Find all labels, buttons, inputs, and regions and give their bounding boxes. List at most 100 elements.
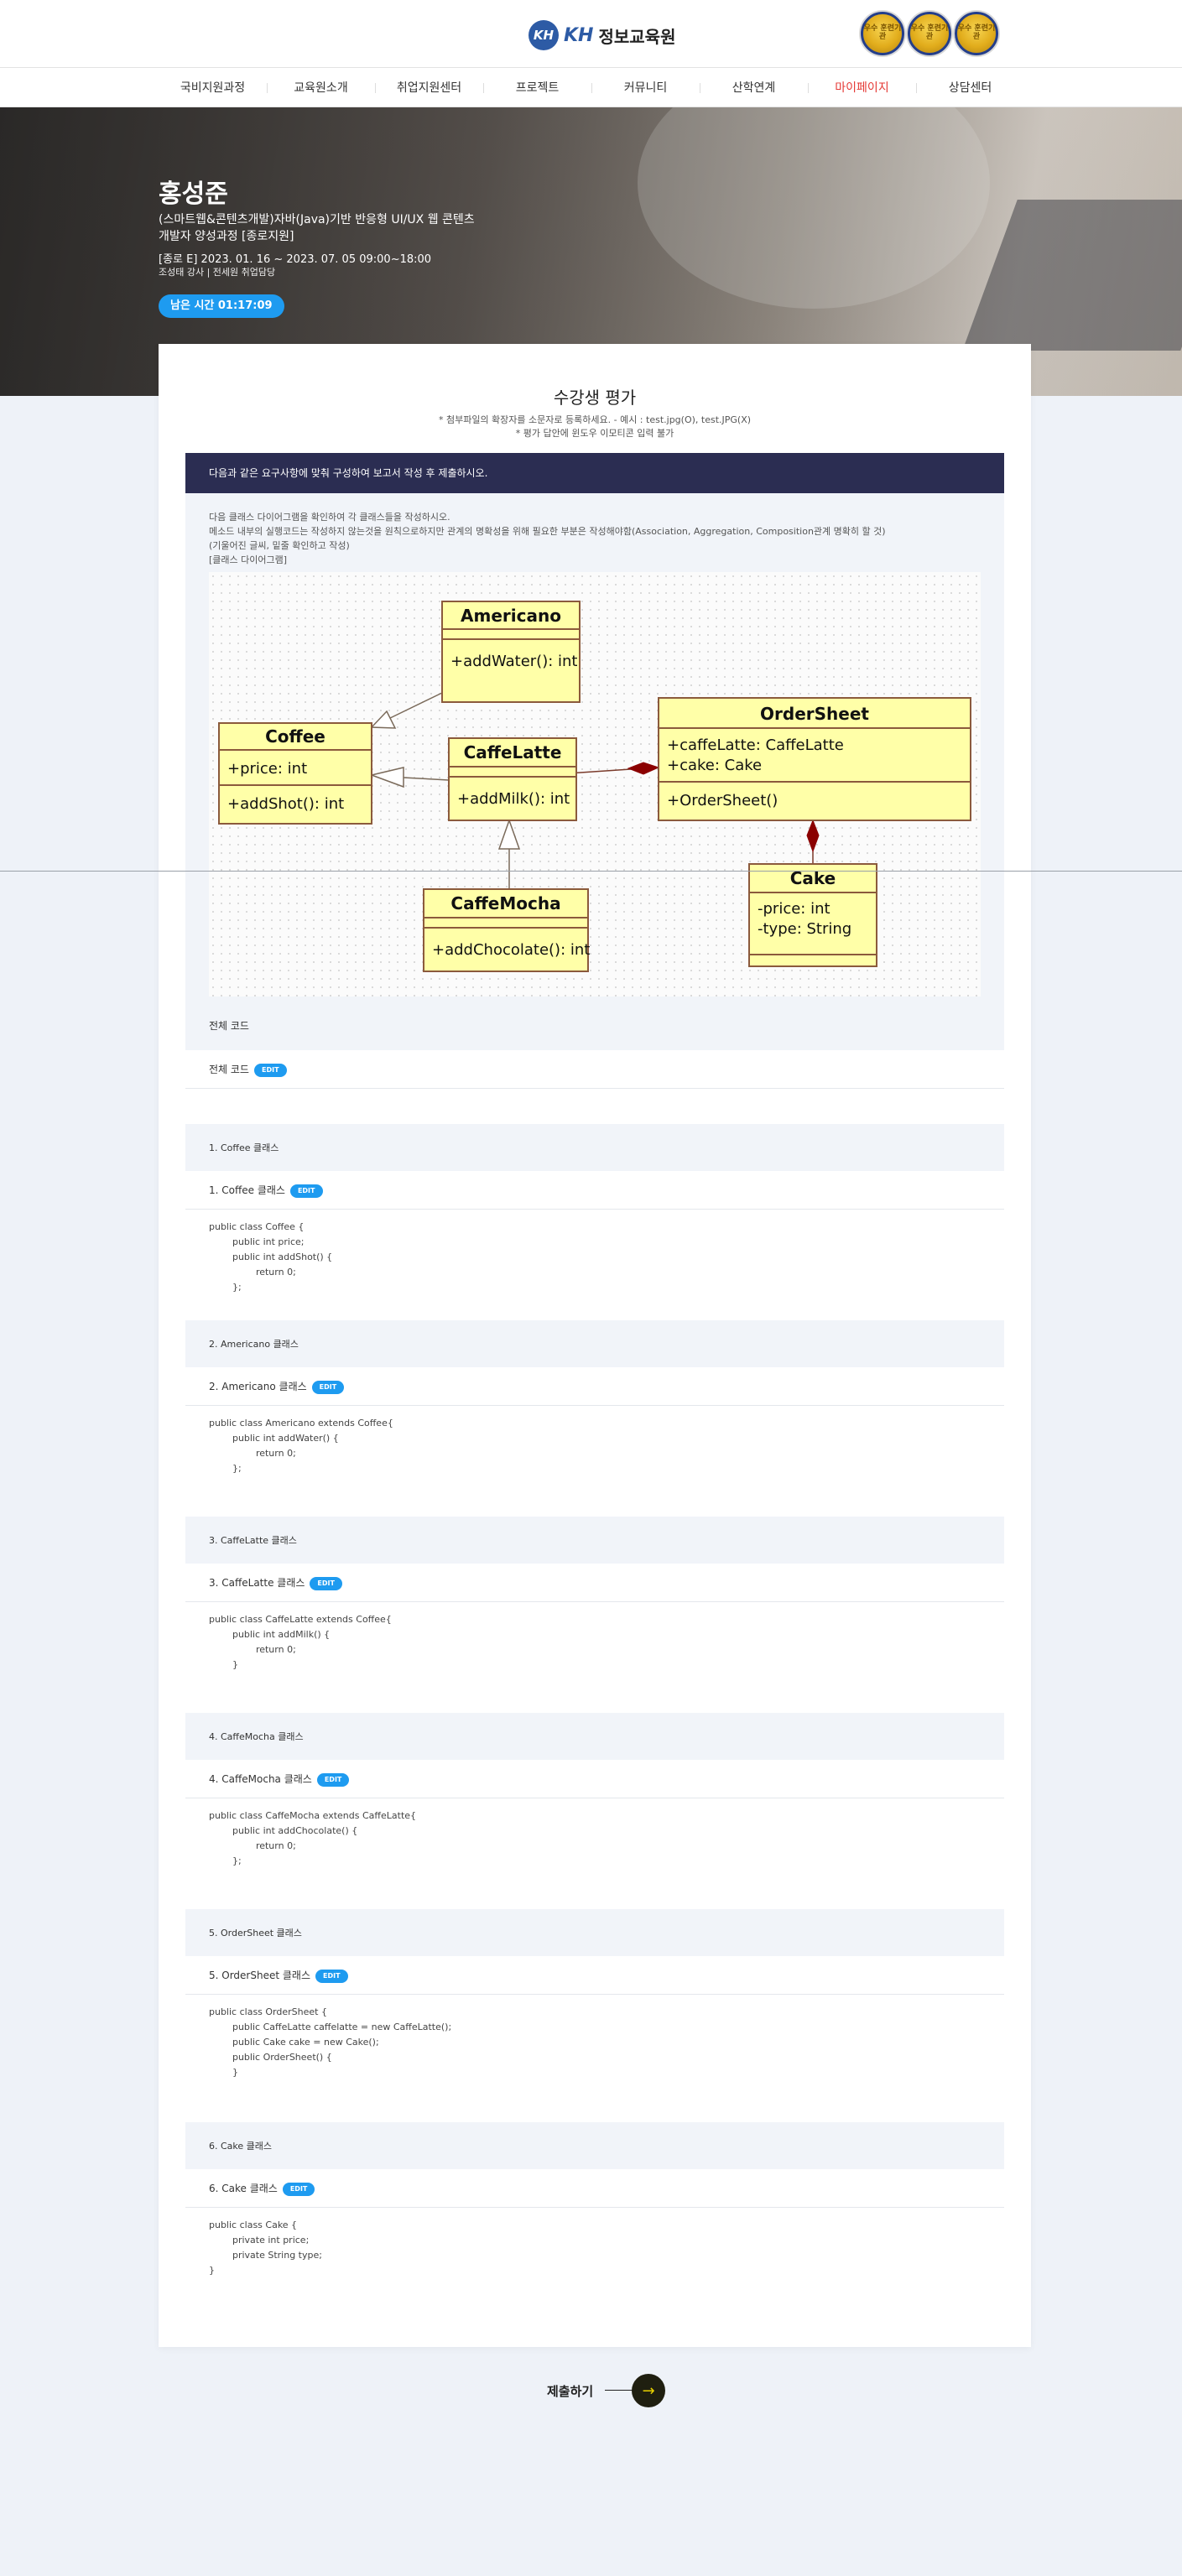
award-medal-icon: 우수 훈련기관 bbox=[861, 12, 904, 55]
uml-method: +OrderSheet() bbox=[667, 792, 778, 809]
question-header: 다음과 같은 요구사항에 맞춰 구성하여 보고서 작성 후 제출하시오. bbox=[185, 453, 1004, 493]
award-medal-icon: 우수 훈련기관 bbox=[955, 12, 998, 55]
full-code-row: 전체 코드 EDIT bbox=[185, 1050, 1004, 1089]
section-title: 6. Cake 클래스 bbox=[209, 2141, 273, 2152]
section-band: 6. Cake 클래스 bbox=[185, 2122, 1004, 2169]
code-block: public class Coffee { public int price; … bbox=[209, 1221, 333, 1293]
generalization-caffelatte-coffee bbox=[369, 767, 450, 788]
logo-kh: KH bbox=[564, 24, 594, 46]
uml-method: +addMilk(): int bbox=[457, 790, 570, 808]
edit-button[interactable]: EDIT bbox=[315, 1970, 348, 1983]
award-medals: 우수 훈련기관 우수 훈련기관 우수 훈련기관 bbox=[861, 12, 998, 55]
question-line: [클래스 다이어그램] bbox=[209, 554, 288, 565]
composition-ordersheet-cake bbox=[806, 819, 820, 864]
file-extension-note: * 첨부파일의 확장자를 소문자로 등록하세요. - 예시 : test.jpg… bbox=[438, 414, 752, 425]
uml-class-coffee: Coffee +price: int +addShot(): int bbox=[218, 722, 372, 825]
section-edit-row: 4. CaffeMocha 클래스 EDIT bbox=[185, 1760, 1004, 1798]
code-block: public class Cake { private int price; p… bbox=[209, 2220, 322, 2276]
generalization-caffemocha-caffelatte bbox=[497, 818, 521, 889]
nav-item-job-center[interactable]: 취업지원센터 bbox=[375, 68, 483, 108]
course-teacher: 조성태 강사 | 전세원 취업담당 bbox=[159, 267, 276, 278]
uml-method: +addChocolate(): int bbox=[432, 941, 590, 959]
top-header: KH KH 정보교육원 우수 훈련기관 우수 훈련기관 우수 훈련기관 bbox=[0, 0, 1182, 67]
section-edit-row: 2. Americano 클래스 EDIT bbox=[185, 1367, 1004, 1406]
nav-item-about[interactable]: 교육원소개 bbox=[267, 68, 375, 108]
section-edit-row-content: 1. Coffee 클래스 EDIT bbox=[209, 1183, 323, 1198]
uml-class-name: Coffee bbox=[265, 726, 325, 747]
edit-button[interactable]: EDIT bbox=[310, 1577, 342, 1590]
nav-item-industry[interactable]: 산학연계 bbox=[700, 68, 808, 108]
question-line: (기울어진 글씨, 밑줄 확인하고 작성) bbox=[209, 540, 350, 551]
section-band: 1. Coffee 클래스 bbox=[185, 1124, 1004, 1171]
question-line: 메소드 내부의 실행코드는 작성하지 않는것을 원칙으로하지만 관계의 명확성을… bbox=[209, 526, 886, 537]
full-code-edit-label: 전체 코드 bbox=[209, 1064, 249, 1075]
code-block: public class CaffeLatte extends Coffee{ … bbox=[209, 1614, 392, 1670]
section-edit-label: 5. OrderSheet 클래스 bbox=[209, 1970, 310, 1981]
section-band: 3. CaffeLatte 클래스 bbox=[185, 1517, 1004, 1564]
edit-button[interactable]: EDIT bbox=[289, 1184, 323, 1198]
uml-class-name: CaffeMocha bbox=[450, 893, 560, 913]
edit-button[interactable]: EDIT bbox=[311, 1381, 345, 1394]
uml-class-cake: Cake -price: int -type: String bbox=[748, 863, 877, 967]
section-title: 4. CaffeMocha 클래스 bbox=[209, 1731, 304, 1742]
uml-class-americano: Americano +addWater(): int bbox=[441, 601, 581, 703]
edit-button[interactable]: EDIT bbox=[282, 2183, 315, 2196]
main-navigation: 국비지원과정 교육원소개 취업지원센터 프로젝트 커뮤니티 산학연계 마이페이지… bbox=[0, 67, 1182, 107]
question-line: 다음 클래스 다이어그램을 확인하여 각 클래스들을 작성하시오. bbox=[209, 512, 450, 523]
logo-mark-icon: KH bbox=[529, 20, 559, 50]
divider bbox=[0, 871, 1182, 872]
code-block: public class Americano extends Coffee{ p… bbox=[209, 1418, 393, 1474]
section-title: 3. CaffeLatte 클래스 bbox=[209, 1535, 297, 1546]
section-band: 5. OrderSheet 클래스 bbox=[185, 1909, 1004, 1956]
section-edit-row-content: 4. CaffeMocha 클래스 EDIT bbox=[209, 1772, 350, 1787]
uml-attribute: -type: String bbox=[758, 920, 851, 938]
composition-ordersheet-caffelatte bbox=[567, 762, 660, 775]
nav-item-consulting[interactable]: 상담센터 bbox=[916, 68, 1024, 108]
nav-item-mypage[interactable]: 마이페이지 bbox=[808, 68, 916, 108]
section-edit-row-content: 3. CaffeLatte 클래스 EDIT bbox=[209, 1575, 342, 1590]
uml-attribute: +cake: Cake bbox=[667, 757, 762, 774]
nav-item-national-courses[interactable]: 국비지원과정 bbox=[159, 68, 267, 108]
full-code-label: 전체 코드 bbox=[209, 1020, 249, 1032]
section-edit-row: 5. OrderSheet 클래스 EDIT bbox=[185, 1956, 1004, 1995]
uml-class-caffelatte: CaffeLatte +addMilk(): int bbox=[448, 737, 577, 821]
uml-attribute: +price: int bbox=[227, 760, 307, 778]
section-edit-label: 2. Americano 클래스 bbox=[209, 1381, 307, 1392]
section-edit-row: 6. Cake 클래스 EDIT bbox=[185, 2169, 1004, 2208]
section-edit-label: 6. Cake 클래스 bbox=[209, 2183, 278, 2194]
code-block: public class CaffeMocha extends CaffeLat… bbox=[209, 1810, 417, 1866]
uml-attribute: -price: int bbox=[758, 900, 831, 918]
section-band: 4. CaffeMocha 클래스 bbox=[185, 1713, 1004, 1760]
uml-class-ordersheet: OrderSheet +caffeLatte: CaffeLatte +cake… bbox=[658, 697, 971, 821]
section-title: 2. Americano 클래스 bbox=[209, 1339, 299, 1350]
section-edit-row-content: 2. Americano 클래스 EDIT bbox=[209, 1379, 345, 1394]
site-logo[interactable]: KH KH 정보교육원 bbox=[529, 18, 675, 52]
section-edit-row: 3. CaffeLatte 클래스 EDIT bbox=[185, 1564, 1004, 1602]
uml-diagram: Americano +addWater(): int Coffee +price… bbox=[218, 601, 971, 972]
uml-method: +addWater(): int bbox=[450, 653, 577, 670]
edit-button[interactable]: EDIT bbox=[253, 1064, 287, 1077]
uml-attribute: +caffeLatte: CaffeLatte bbox=[667, 736, 844, 754]
submit-button[interactable]: 제출하기 → bbox=[547, 2374, 666, 2407]
evaluation-card: 수강생 평가 * 첨부파일의 확장자를 소문자로 등록하세요. - 예시 : t… bbox=[159, 344, 1031, 2347]
uml-method: +addShot(): int bbox=[227, 795, 344, 813]
section-edit-label: 3. CaffeLatte 클래스 bbox=[209, 1577, 305, 1589]
course-title: (스마트웹&콘텐츠개발)자바(Java)기반 반응형 UI/UX 웹 콘텐츠 개… bbox=[159, 213, 475, 243]
generalization-americano-coffee bbox=[370, 692, 443, 729]
section-edit-row: 1. Coffee 클래스 EDIT bbox=[185, 1171, 1004, 1210]
section-title: 5. OrderSheet 클래스 bbox=[209, 1928, 302, 1939]
nav-item-community[interactable]: 커뮤니티 bbox=[591, 68, 700, 108]
arrow-right-icon: → bbox=[632, 2374, 666, 2407]
remaining-time-badge: 남은 시간 01:17:09 bbox=[159, 294, 284, 318]
submit-arrow[interactable]: → bbox=[605, 2374, 666, 2407]
uml-class-name: CaffeLatte bbox=[464, 742, 562, 762]
uml-class-name: Americano bbox=[461, 606, 561, 626]
question-body: 다음 클래스 다이어그램을 확인하여 각 클래스들을 작성하시오. 메소드 내부… bbox=[185, 493, 1004, 1050]
nav-item-projects[interactable]: 프로젝트 bbox=[483, 68, 591, 108]
edit-button[interactable]: EDIT bbox=[316, 1773, 350, 1787]
class-diagram: Americano +addWater(): int Coffee +price… bbox=[209, 572, 981, 997]
code-block: public class OrderSheet { public CaffeLa… bbox=[209, 2006, 452, 2078]
section-edit-label: 1. Coffee 클래스 bbox=[209, 1184, 285, 1196]
page-title: 수강생 평가 bbox=[553, 388, 637, 408]
section-edit-label: 4. CaffeMocha 클래스 bbox=[209, 1773, 312, 1785]
